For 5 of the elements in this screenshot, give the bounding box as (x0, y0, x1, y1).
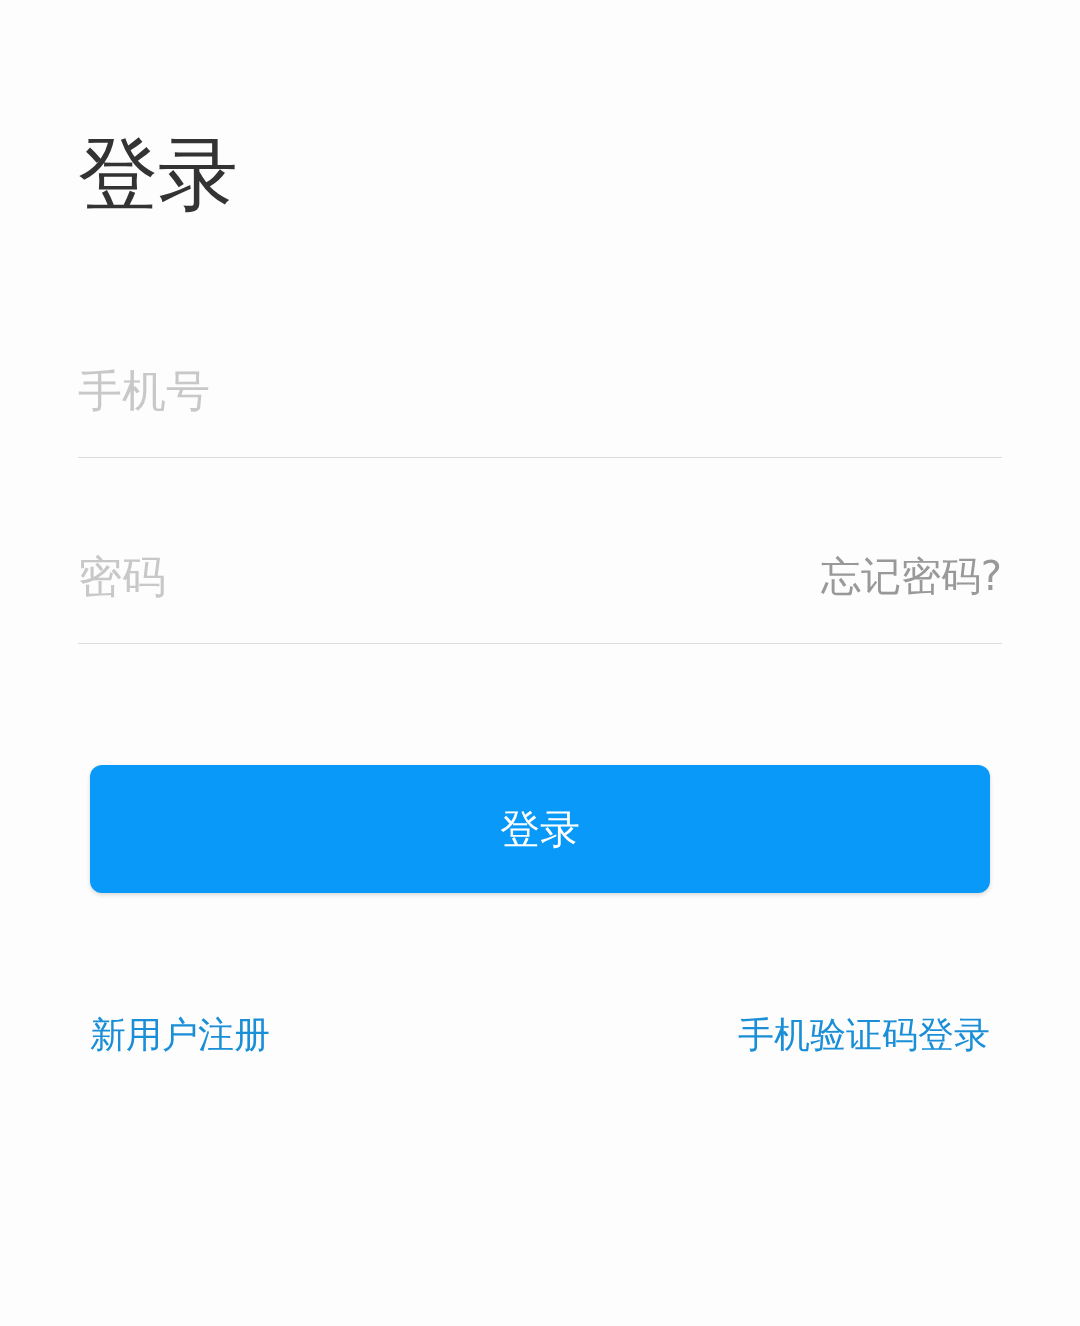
sms-login-link[interactable]: 手机验证码登录 (738, 1011, 990, 1060)
register-link[interactable]: 新用户注册 (90, 1011, 270, 1060)
page-title: 登录 (78, 127, 238, 223)
login-button[interactable]: 登录 (90, 765, 990, 893)
forgot-password-link[interactable]: 忘记密码? (820, 548, 1002, 604)
